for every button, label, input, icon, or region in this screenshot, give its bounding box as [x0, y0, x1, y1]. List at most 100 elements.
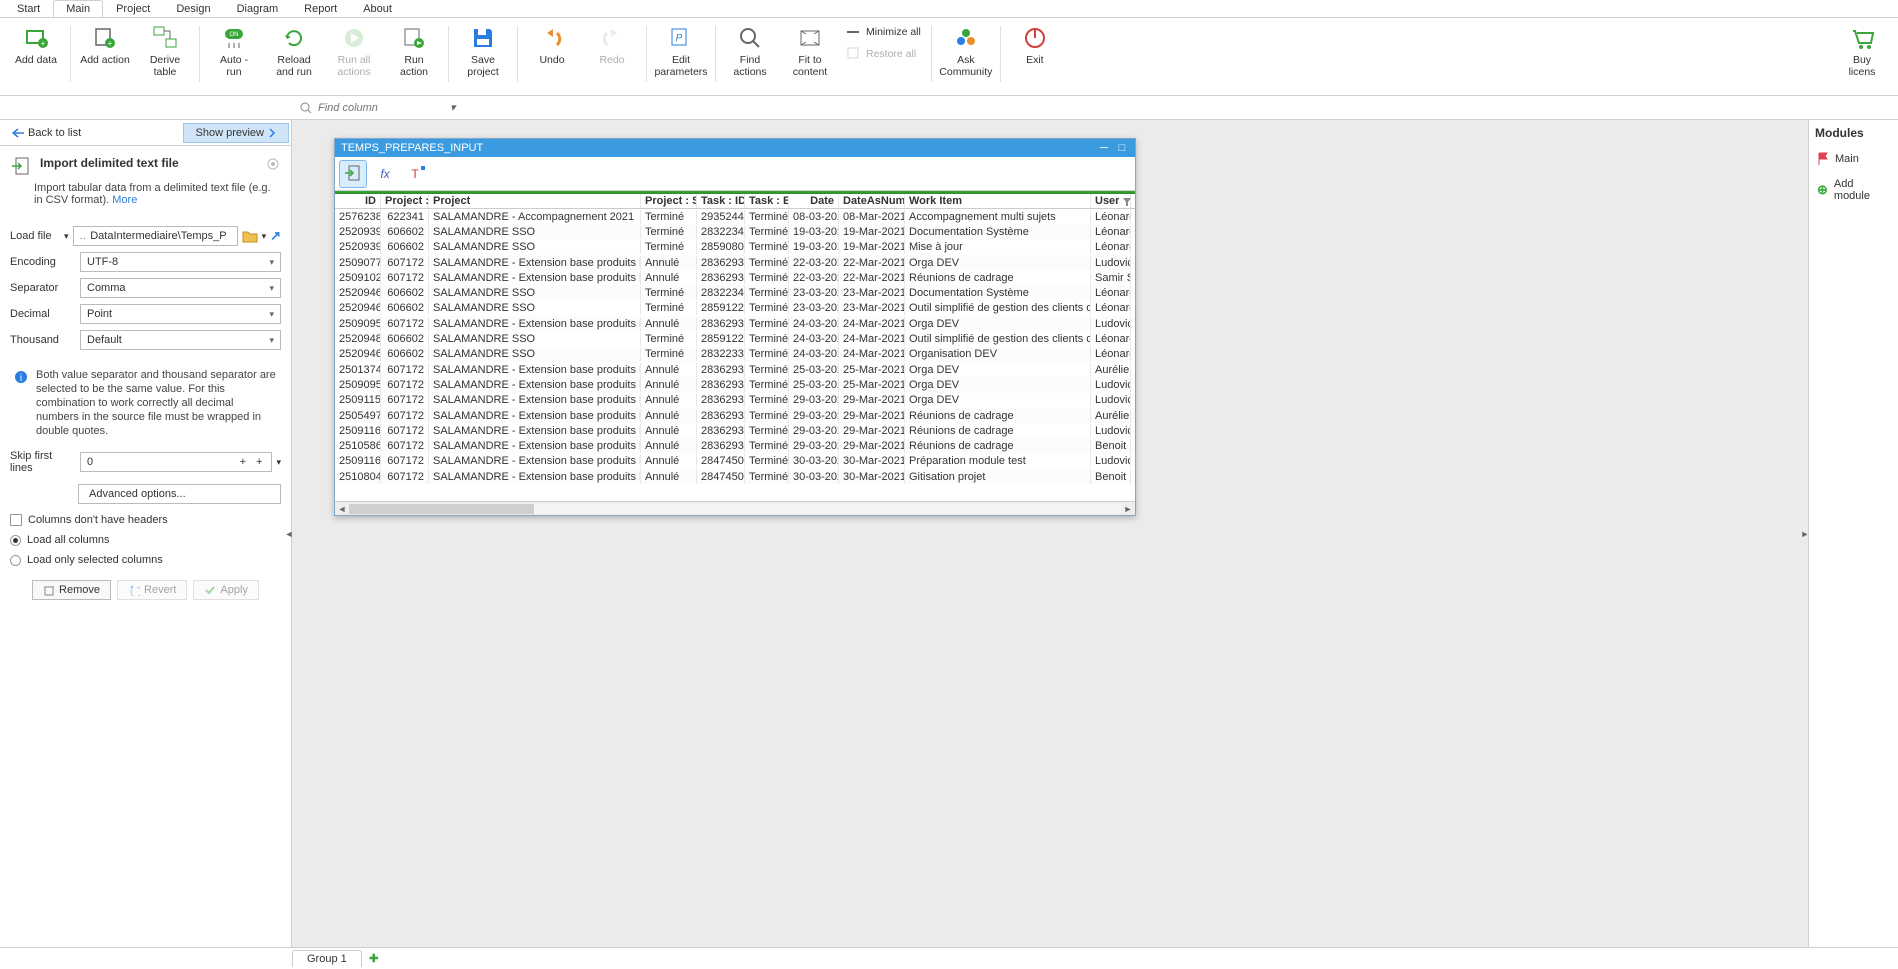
table-row[interactable]: 25091162607172SALAMANDRE - Extension bas…	[335, 454, 1135, 469]
fx-tool-icon[interactable]: fx	[371, 160, 399, 188]
load-file-menu[interactable]: ▾	[64, 231, 69, 242]
find-column-dropdown[interactable]: ▾	[450, 101, 456, 114]
action-title: Import delimited text file	[40, 156, 179, 170]
derive-table-button[interactable]: Derivetable	[137, 22, 193, 80]
table-cell: 25209468	[335, 347, 381, 361]
table-cell: Terminée	[745, 363, 789, 377]
table-row[interactable]: 25091159607172SALAMANDRE - Extension bas…	[335, 393, 1135, 408]
table-row[interactable]: 25209398606602SALAMANDRE SSOTerminé28590…	[335, 240, 1135, 255]
canvas[interactable]: TEMPS_PREPARES_INPUT ─ □ fx T IDProject …	[292, 120, 1808, 947]
tab-about[interactable]: About	[350, 0, 405, 17]
col-header[interactable]: Project : ID	[381, 194, 429, 208]
tab-report[interactable]: Report	[291, 0, 350, 17]
import-tool-icon[interactable]	[339, 160, 367, 188]
table-cell: Léonard	[1091, 347, 1131, 361]
ask-community-button[interactable]: AskCommunity	[938, 22, 994, 80]
table-row[interactable]: 25762380622341SALAMANDRE - Accompagnemen…	[335, 209, 1135, 224]
hscrollbar[interactable]: ◄ ►	[335, 501, 1135, 515]
table-row[interactable]: 25105862607172SALAMANDRE - Extension bas…	[335, 438, 1135, 453]
separator-select[interactable]: Comma▾	[80, 278, 281, 298]
folder-icon[interactable]	[242, 229, 258, 243]
table-row[interactable]: 25209468606602SALAMANDRE SSOTerminé28322…	[335, 347, 1135, 362]
show-preview-button[interactable]: Show preview	[183, 123, 289, 143]
run-action-button[interactable]: Runaction	[386, 22, 442, 80]
table-row[interactable]: 25090956607172SALAMANDRE - Extension bas…	[335, 316, 1135, 331]
table-cell: Terminé	[641, 225, 697, 239]
table-row[interactable]: 25209467606602SALAMANDRE SSOTerminé28322…	[335, 285, 1135, 300]
col-header[interactable]: Project : State	[641, 194, 697, 208]
table-row[interactable]: 25054972607172SALAMANDRE - Extension bas…	[335, 408, 1135, 423]
thousand-select[interactable]: Default▾	[80, 330, 281, 350]
tab-project[interactable]: Project	[103, 0, 163, 17]
gear-icon[interactable]	[265, 156, 281, 172]
reload-run-button[interactable]: Reloadand run	[266, 22, 322, 80]
right-splitter[interactable]: ►	[1802, 514, 1808, 554]
find-actions-button[interactable]: Findactions	[722, 22, 778, 80]
win-maximize-icon[interactable]: □	[1115, 142, 1129, 154]
undo-button[interactable]: Undo	[524, 22, 580, 68]
no-headers-checkbox[interactable]	[10, 514, 22, 526]
scroll-right-icon[interactable]: ►	[1121, 504, 1135, 514]
decimal-select[interactable]: Point▾	[80, 304, 281, 324]
col-header[interactable]: DateAsNumber	[839, 194, 905, 208]
file-chevron-down[interactable]: ▾	[262, 231, 267, 242]
table-row[interactable]: 25209469606602SALAMANDRE SSOTerminé28591…	[335, 301, 1135, 316]
skip-dec[interactable]: +	[253, 456, 265, 468]
tab-main[interactable]: Main	[53, 0, 103, 17]
auto-run-button[interactable]: ONAuto -run	[206, 22, 262, 80]
search-icon	[300, 102, 312, 114]
table-cell: Réunions de cadrage	[905, 439, 1091, 453]
load-all-radio[interactable]	[10, 535, 21, 546]
tab-design[interactable]: Design	[163, 0, 223, 17]
more-link[interactable]: More	[112, 194, 137, 206]
table-row[interactable]: 25108045607172SALAMANDRE - Extension bas…	[335, 469, 1135, 484]
skip-chevron-down[interactable]: ▾	[276, 457, 281, 468]
table-row[interactable]: 25013748607172SALAMANDRE - Extension bas…	[335, 362, 1135, 377]
text-tool-icon[interactable]: T	[403, 160, 431, 188]
encoding-select[interactable]: UTF-8▾	[80, 252, 281, 272]
group-tab[interactable]: Group 1	[292, 950, 362, 967]
back-to-list-button[interactable]: Back to list	[2, 123, 91, 143]
tab-diagram[interactable]: Diagram	[224, 0, 292, 17]
col-header[interactable]: Task : ID	[697, 194, 745, 208]
table-row[interactable]: 25091021607172SALAMANDRE - Extension bas…	[335, 270, 1135, 285]
fit-content-button[interactable]: Fit tocontent	[782, 22, 838, 80]
col-header[interactable]: Date	[789, 194, 839, 208]
col-header[interactable]: Work Item	[905, 194, 1091, 208]
table-row[interactable]: 25090957607172SALAMANDRE - Extension bas…	[335, 377, 1135, 392]
add-action-button[interactable]: +Add action	[77, 22, 133, 68]
advanced-options-button[interactable]: Advanced options...	[78, 484, 281, 504]
minimize-all-button[interactable]: Minimize all	[840, 22, 927, 42]
table-cell: SALAMANDRE SSO	[429, 332, 641, 346]
filter-icon[interactable]	[1121, 196, 1133, 208]
scroll-thumb[interactable]	[349, 504, 534, 514]
table-cell: Mise à jour	[905, 240, 1091, 254]
buy-license-button[interactable]: Buylicens	[1834, 22, 1890, 80]
table-cell: Outil simplifié de gestion des clients o…	[905, 332, 1091, 346]
module-main[interactable]: Main	[1815, 148, 1892, 170]
col-header[interactable]: Project	[429, 194, 641, 208]
remove-button[interactable]: Remove	[32, 580, 111, 600]
open-external-icon[interactable]: ↗	[270, 228, 281, 244]
edit-params-button[interactable]: PEditparameters	[653, 22, 709, 80]
table-row[interactable]: 25209480606602SALAMANDRE SSOTerminé28591…	[335, 331, 1135, 346]
exit-button[interactable]: Exit	[1007, 22, 1063, 68]
file-path-input[interactable]: ‥ DataIntermediaire\Temps_P	[73, 226, 238, 246]
scroll-left-icon[interactable]: ◄	[335, 504, 349, 514]
win-minimize-icon[interactable]: ─	[1097, 142, 1111, 154]
table-row[interactable]: 25090774607172SALAMANDRE - Extension bas…	[335, 255, 1135, 270]
tab-start[interactable]: Start	[4, 0, 53, 17]
table-row[interactable]: 25209397606602SALAMANDRE SSOTerminé28322…	[335, 224, 1135, 239]
col-header[interactable]: ID	[335, 194, 381, 208]
col-header[interactable]: Task : Etat	[745, 194, 789, 208]
add-tab-button[interactable]: ✚	[366, 951, 382, 967]
add-data-button[interactable]: +Add data	[8, 22, 64, 68]
skip-lines-input[interactable]: 0 ++	[80, 452, 272, 472]
find-column-input[interactable]	[318, 102, 438, 114]
table-cell: 607172	[381, 363, 429, 377]
load-selected-radio[interactable]	[10, 555, 21, 566]
table-row[interactable]: 25091163607172SALAMANDRE - Extension bas…	[335, 423, 1135, 438]
add-module-button[interactable]: ⊕ Add module	[1815, 174, 1892, 206]
skip-inc[interactable]: +	[237, 456, 249, 468]
save-project-button[interactable]: Saveproject	[455, 22, 511, 80]
